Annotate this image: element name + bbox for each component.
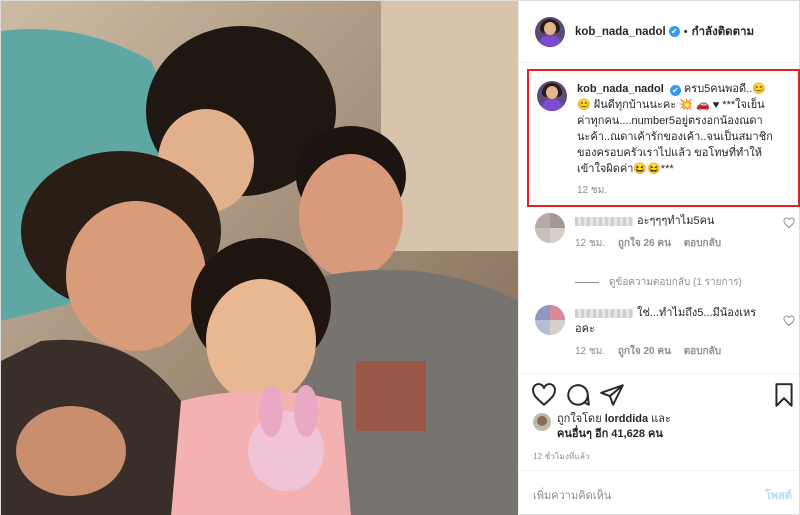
author-avatar[interactable] (535, 16, 565, 47)
post-time-ago[interactable]: 12 ชั่วโมงที่แล้ว (533, 450, 590, 463)
heart-icon[interactable] (531, 382, 557, 408)
heart-icon[interactable] (783, 217, 795, 229)
reply-button[interactable]: ตอบกลับ (684, 346, 721, 357)
divider-line (575, 282, 599, 283)
comment-text: อคะ (575, 323, 595, 335)
commenter-avatar[interactable] (535, 213, 565, 243)
comment-text: ใช่...ทำไมถึง5...มีน้องเหร (637, 307, 757, 319)
caption-avatar[interactable] (537, 81, 567, 111)
caption-line: ครบ5คนพอดี..😊 (683, 83, 766, 95)
family-photo-image (1, 1, 518, 515)
caption-line: เข้าใจผิดค่า😆😆*** (577, 163, 674, 175)
liker-username[interactable]: lorddida (605, 413, 648, 425)
view-replies-label[interactable]: ดูข้อความตอบกลับ (1 รายการ) (609, 275, 742, 290)
verified-icon: ✔ (669, 85, 681, 96)
action-icons (531, 382, 797, 408)
caption-timestamp[interactable]: 12 ชม. (577, 183, 790, 198)
comment-likes[interactable]: ถูกใจ 26 คน (618, 238, 671, 249)
comment-time[interactable]: 12 ชม. (575, 238, 605, 249)
liked-by-and: และ (651, 413, 671, 425)
comment-text: อะๆๆๆทำไม5คน (637, 215, 715, 227)
post-photo[interactable] (1, 1, 518, 515)
separator-dot: • (683, 25, 688, 38)
comment-input[interactable]: เพิ่มความคิดเห็น (533, 486, 611, 504)
comment-meta: 12 ชม. ถูกใจ 20 คน ตอบกลับ (575, 344, 770, 360)
following-button[interactable]: กำลังติดตาม (692, 23, 755, 41)
caption-line: 😊 ฝันดีทุกบ้านนะคะ 💥 🚗 ♥ ***ใจเย็น (577, 99, 765, 111)
liker-avatar[interactable] (533, 413, 551, 431)
likes-count[interactable]: คนอื่นๆ อีก 41,628 คน (557, 428, 663, 440)
commenter-avatar[interactable] (535, 305, 565, 335)
bookmark-icon[interactable] (771, 382, 797, 408)
blurred-username (575, 308, 633, 318)
share-icon[interactable] (599, 382, 625, 408)
caption-username[interactable]: kob_nada_nadol (577, 83, 664, 95)
reply-button[interactable]: ตอบกลับ (684, 238, 721, 249)
add-comment-bar: เพิ่มความคิดเห็น โพสต์ (519, 470, 800, 515)
caption-line: ค่าทุกคน....number5อยู่ตรงอกน้องณดา (577, 115, 763, 127)
caption-line: ของครอบครัวเราไปแล้ว ขอโทษที่ทำให้ (577, 147, 763, 159)
liked-by-prefix: ถูกใจโดย (557, 413, 602, 425)
comment-likes[interactable]: ถูกใจ 20 คน (618, 346, 671, 357)
author-username[interactable]: kob_nada_nadol (575, 26, 666, 38)
instagram-post: kob_nada_nadol ✔ • กำลังติดตาม kob_nada_… (0, 0, 800, 515)
verified-icon: ✔ (668, 26, 680, 37)
post-header: kob_nada_nadol ✔ • กำลังติดตาม (519, 1, 800, 63)
post-comment-button[interactable]: โพสต์ (765, 486, 792, 504)
comment-meta: 12 ชม. ถูกใจ 26 คน ตอบกลับ (575, 236, 770, 252)
caption-line: นะค้า..ณดาเค้ารักของเค้า..จนเป็นสมาชิก (577, 131, 773, 143)
comment-time[interactable]: 12 ชม. (575, 346, 605, 357)
heart-icon[interactable] (783, 315, 795, 327)
comment-icon[interactable] (565, 382, 591, 408)
liked-by: ถูกใจโดย lorddida และ คนอื่นๆ อีก 41,628… (533, 412, 671, 442)
caption-highlight: kob_nada_nadol ✔ ครบ5คนพอดี..😊 😊 ฝันดีทุ… (527, 69, 800, 207)
caption-text: kob_nada_nadol ✔ ครบ5คนพอดี..😊 😊 ฝันดีทุ… (577, 81, 787, 177)
view-replies[interactable]: ดูข้อความตอบกลับ (1 รายการ) (575, 275, 742, 290)
blurred-username (575, 216, 633, 226)
post-sidebar: kob_nada_nadol ✔ • กำลังติดตาม kob_nada_… (518, 1, 800, 515)
